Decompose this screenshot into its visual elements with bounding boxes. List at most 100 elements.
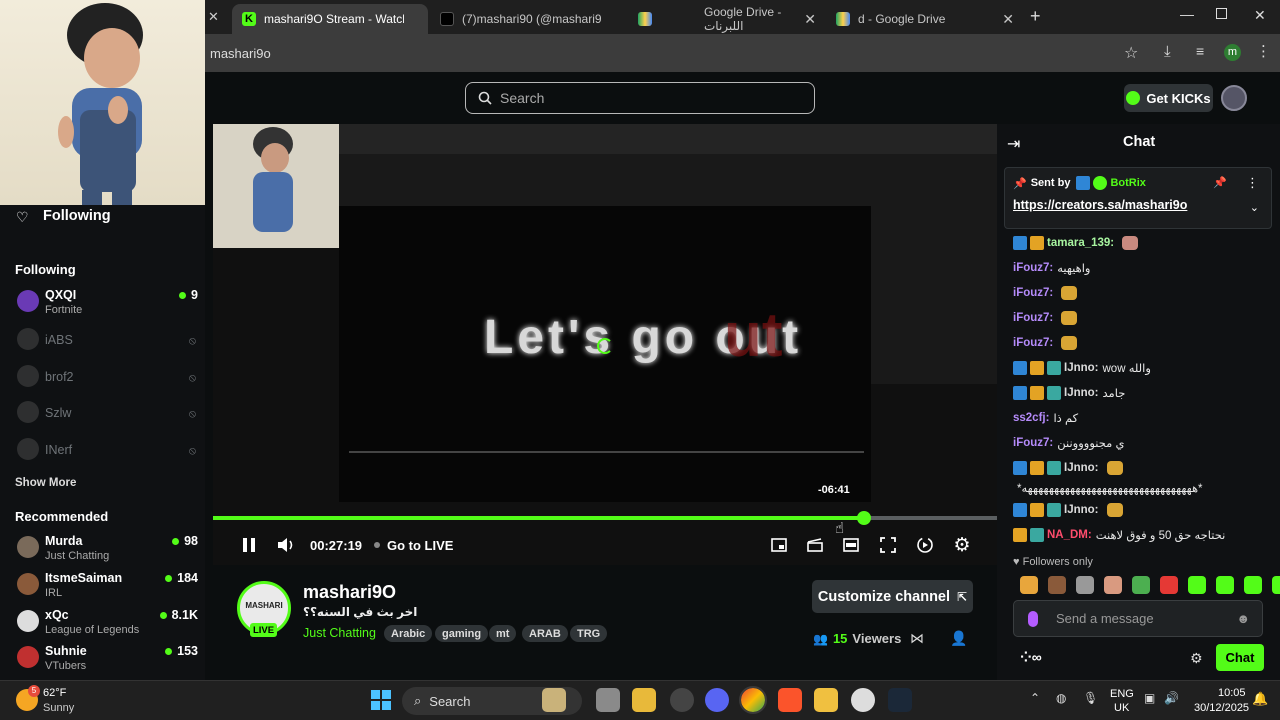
following-header[interactable]: Following [43,208,111,224]
emote-icon[interactable] [1244,576,1262,594]
language-top[interactable]: ENG [1110,688,1134,700]
volume-button[interactable] [276,535,296,555]
maximize-icon[interactable] [1216,8,1227,19]
progress-bar[interactable] [213,511,997,525]
address-url[interactable]: mashari9o [210,46,271,61]
tag-chip[interactable]: Arabic [384,625,433,642]
new-tab-icon[interactable]: + [1030,6,1041,27]
brave-icon[interactable] [778,688,802,712]
chat-username[interactable]: iFouz7: [1013,312,1053,324]
emote-icon[interactable] [1076,576,1094,594]
close-tab-icon[interactable]: ✕ [208,9,219,25]
sidebar-item-murda[interactable]: Murda Just Chatting 98 [15,533,200,569]
bookmark-star-icon[interactable]: ☆ [1124,43,1138,63]
emote-icon[interactable] [1188,576,1206,594]
chat-username[interactable]: iFouz7: [1013,337,1053,349]
channel-name[interactable]: mashari9O [303,582,396,603]
pause-button[interactable] [240,535,258,555]
weather-temp[interactable]: 62°F [43,687,66,699]
minimize-icon[interactable]: — [1180,6,1194,22]
user-avatar[interactable] [1221,85,1247,111]
sidebar-item-suhnie[interactable]: Suhnie VTubers 153 [15,643,200,679]
video-player[interactable]: Let's go out ut -06:41 [213,124,997,565]
emote-icon[interactable] [1132,576,1150,594]
playback-speed-button[interactable] [915,535,935,555]
discord-icon[interactable] [705,688,729,712]
pinned-link[interactable]: https://creators.sa/mashari9o [1013,198,1187,212]
tab-google-drive-2[interactable]: d - Google Drive ✕ [826,4,1022,34]
emote-icon[interactable] [1272,576,1280,594]
go-live-button[interactable]: Go to LIVE [374,535,453,555]
chat-settings-gear-icon[interactable]: ⚙ [1190,650,1203,667]
customize-channel-button[interactable]: Customize channel ⇱ [812,580,973,613]
chat-username[interactable]: IJnno: [1064,462,1099,474]
chat-username[interactable]: IJnno: [1064,362,1099,374]
tray-app-icon[interactable]: ◍ [1056,691,1066,705]
emote-icon[interactable] [1020,576,1038,594]
close-tab-icon[interactable]: ✕ [804,11,816,28]
chat-username[interactable]: ss2cfj: [1013,412,1049,424]
taskbar-app-icon[interactable] [851,688,875,712]
chat-username[interactable]: iFouz7: [1013,287,1053,299]
sidebar-item-iabs[interactable]: iABS ⦸ [15,325,200,361]
chat-message-input[interactable]: Send a message ☻ [1013,600,1263,637]
search-input[interactable]: Search [465,82,815,114]
emote-icon[interactable] [1160,576,1178,594]
tag-chip[interactable]: gaming [435,625,489,642]
taskbar-app-icon[interactable] [814,688,838,712]
sidebar-item-szlw[interactable]: Szlw ⦸ [15,398,200,434]
tag-chip[interactable]: ARAB [522,625,568,642]
sidebar-item-inerf[interactable]: INerf ⦸ [15,435,200,471]
tab-tiktok[interactable]: (7)mashari90 (@mashari9o) | Ti [430,4,626,34]
sidebar-item-itsmesaiman[interactable]: ItsmeSaiman IRL 184 [15,570,200,606]
emote-icon[interactable] [1216,576,1234,594]
taskbar-app-icon[interactable] [542,688,566,712]
send-chat-button[interactable]: Chat [1216,644,1264,671]
notification-bell-icon[interactable]: 🔔 [1252,691,1268,707]
chevron-down-icon[interactable]: ⌄ [1250,201,1259,214]
microphone-icon[interactable] [1028,611,1038,627]
follow-user-icon[interactable]: 👤 [950,630,967,647]
sidebar-item-brof2[interactable]: brof2 ⦸ [15,362,200,398]
tray-chevron-icon[interactable]: ⌃ [1030,691,1040,705]
clock-time[interactable]: 10:05 [1218,687,1246,699]
profile-avatar[interactable]: m [1224,44,1241,61]
media-control-icon[interactable]: ≡ [1196,43,1204,59]
file-explorer-icon[interactable] [632,688,656,712]
steam-icon[interactable] [888,688,912,712]
tag-chip[interactable]: mt [489,625,517,642]
browser-menu-icon[interactable]: ⋮ [1256,42,1271,60]
fullscreen-button[interactable] [879,535,897,555]
sidebar-item-qxqi[interactable]: QXQI Fortnite 9 [15,287,200,323]
collapse-chat-icon[interactable]: ⇥ [1007,134,1020,154]
show-more-link[interactable]: Show More [15,477,76,489]
chat-username[interactable]: IJnno: [1064,387,1099,399]
pinned-user[interactable]: BotRix [1110,177,1145,189]
theater-mode-button[interactable] [842,535,860,555]
clip-button[interactable] [806,535,824,555]
unpin-icon[interactable]: 📌 [1213,176,1227,189]
close-window-icon[interactable]: ✕ [1254,7,1266,24]
chat-username[interactable]: iFouz7: [1013,262,1053,274]
windows-start-icon[interactable] [371,690,391,710]
download-icon[interactable]: ⤓ [1164,43,1171,60]
settings-button[interactable]: ⚙ [952,535,972,556]
emote-icon[interactable] [1104,576,1122,594]
miniplayer-button[interactable] [770,535,788,555]
microphone-tray-icon[interactable]: 🎙 [1083,691,1098,705]
chrome-icon[interactable] [739,686,767,714]
progress-handle[interactable] [856,511,871,525]
emoji-icon[interactable]: ☻ [1236,611,1250,626]
tag-chip[interactable]: TRG [570,625,608,642]
close-tab-icon[interactable]: ✕ [1002,11,1014,28]
chat-username[interactable]: tamara_139: [1047,237,1114,249]
tab-google-drive-1[interactable]: Google Drive - اللبرنات ✕ [628,4,824,34]
share-icon[interactable]: ⋈ [910,630,924,647]
emote-icon[interactable] [1048,576,1066,594]
chat-username[interactable]: NA_DM: [1047,529,1092,541]
kick-points-icon[interactable]: ⁘∞ [1020,649,1042,666]
more-options-icon[interactable]: ⋮ [1246,175,1259,191]
stream-category-link[interactable]: Just Chatting [303,626,376,640]
network-icon[interactable]: ▣ [1144,691,1155,705]
chat-username[interactable]: IJnno: [1064,504,1099,516]
